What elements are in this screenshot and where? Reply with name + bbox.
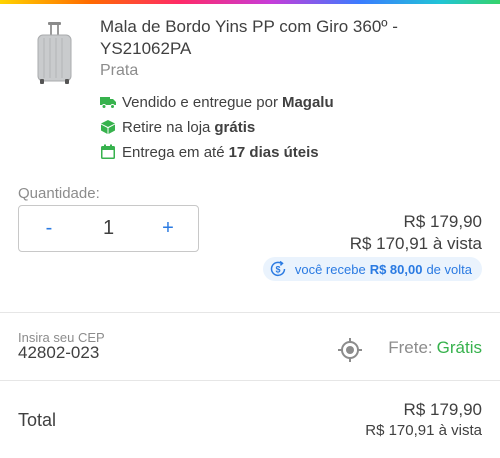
product-price: R$ 179,90 (403, 212, 482, 231)
brand-gradient-bar (0, 0, 500, 4)
feature-text: Retire na loja (122, 118, 211, 136)
divider (0, 312, 500, 313)
quantity-label: Quantidade: (18, 185, 100, 202)
location-target-icon[interactable] (337, 337, 363, 363)
suitcase-product-image (37, 22, 72, 84)
feature-bold: grátis (214, 118, 256, 136)
total-price: R$ 179,90 (403, 400, 482, 419)
svg-text:$: $ (275, 265, 280, 275)
cashback-amount: R$ 80,00 (369, 261, 423, 277)
product-title: Mala de Bordo Yins PP com Giro 360º - YS… (100, 17, 398, 58)
calendar-icon (101, 144, 115, 159)
feature-store-pickup: Retire na loja grátis (100, 117, 255, 137)
product-color: Prata (100, 62, 139, 79)
shipping-value: Grátis (436, 338, 482, 357)
cashback-suffix: de volta (426, 261, 472, 277)
feature-text: Vendido e entregue por (122, 93, 278, 111)
feature-text: Entrega em até (122, 143, 225, 161)
total-label: Total (18, 410, 57, 430)
cashback-icon: $ (270, 260, 286, 277)
feature-bold: 17 dias úteis (228, 143, 319, 161)
feature-sold-by: Vendido e entregue por Magalu (100, 92, 334, 112)
quantity-decrease-button[interactable]: - (19, 217, 79, 240)
shipping-info: Frete: Grátis (388, 338, 482, 358)
feature-delivery-time: Entrega em até 17 dias úteis (100, 142, 319, 162)
truck-icon (100, 97, 116, 109)
quantity-value: 1 (102, 217, 115, 239)
package-icon (101, 120, 115, 134)
divider (0, 380, 500, 381)
cashback-prefix: você recebe (294, 261, 366, 277)
feature-bold: Magalu (281, 93, 334, 111)
cep-input[interactable]: 42802-023 (18, 343, 99, 363)
cashback-badge: $ você recebe R$ 80,00 de volta (262, 257, 482, 281)
quantity-increase-button[interactable]: + (138, 217, 198, 240)
product-price-cash: R$ 170,91 à vista (349, 234, 482, 253)
quantity-stepper: - 1 + (18, 205, 199, 252)
total-price-cash: R$ 170,91 à vista (365, 422, 482, 439)
shipping-label: Frete: (388, 338, 433, 357)
